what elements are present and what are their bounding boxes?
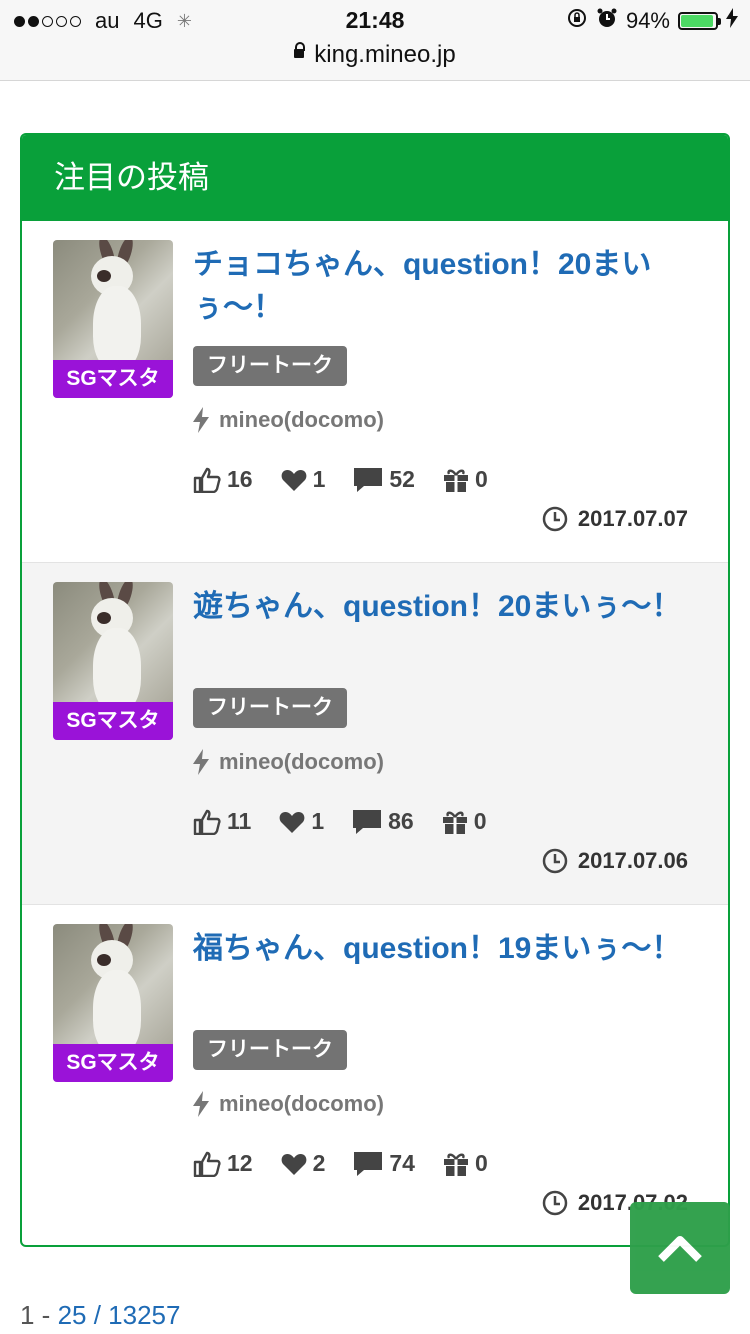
post-stats: 11 1 86 0 [193, 808, 515, 835]
avatar[interactable]: SGマスタ [53, 924, 173, 1082]
gift-count: 0 [473, 808, 487, 834]
clock-icon [542, 506, 568, 532]
clock-icon [542, 848, 568, 874]
rank-badge: SGマスタ [53, 1044, 173, 1082]
comment-count: 86 [388, 808, 414, 834]
rank-badge: SGマスタ [53, 702, 173, 740]
pager-separator: / [86, 1300, 109, 1330]
heart-icon [281, 469, 306, 491]
heart-count: 2 [312, 1150, 326, 1176]
like-count: 12 [227, 1150, 253, 1176]
like-stat[interactable]: 11 [193, 808, 251, 835]
scroll-to-top-button[interactable] [630, 1202, 730, 1294]
lightning-icon [193, 749, 209, 775]
status-right: 94% [566, 7, 738, 35]
post-item[interactable]: SGマスタ 遊ちゃん、question！20まいぅ〜！ フリートーク mineo… [22, 563, 728, 905]
thumbs-up-icon [193, 467, 221, 493]
orientation-lock-icon [566, 7, 588, 35]
comment-icon [354, 467, 383, 492]
thumbs-up-icon [193, 809, 221, 835]
heart-icon [279, 811, 305, 833]
category-tag[interactable]: フリートーク [193, 1030, 347, 1070]
carrier-label: mineo(docomo) [219, 749, 384, 774]
gift-stat[interactable]: 0 [443, 466, 488, 493]
rank-badge: SGマスタ [53, 360, 173, 398]
post-item[interactable]: SGマスタ 福ちゃん、question！19まいぅ〜！ フリートーク mineo… [22, 905, 728, 1245]
like-stat[interactable]: 12 [193, 1150, 253, 1177]
gift-icon [443, 1153, 468, 1176]
battery-percent: 94% [625, 8, 670, 33]
carrier-info: mineo(docomo) [193, 407, 384, 433]
comment-icon [353, 809, 382, 834]
gift-icon [442, 811, 467, 834]
carrier-info: mineo(docomo) [193, 1091, 384, 1117]
lightning-icon [193, 1091, 209, 1117]
category-tag[interactable]: フリートーク [193, 346, 347, 386]
gift-stat[interactable]: 0 [442, 808, 487, 835]
post-title-link[interactable]: チョコちゃん、question！20まいぅ〜！ [193, 243, 698, 329]
carrier-info: mineo(docomo) [193, 749, 384, 775]
comment-stat[interactable]: 74 [353, 1150, 415, 1177]
post-date: 2017.07.06 [542, 848, 688, 874]
date-text: 2017.07.06 [577, 848, 688, 873]
heart-count: 1 [311, 808, 325, 834]
comment-count: 74 [389, 1150, 415, 1176]
avatar[interactable]: SGマスタ [53, 240, 173, 398]
gift-count: 0 [474, 466, 488, 492]
avatar[interactable]: SGマスタ [53, 582, 173, 740]
like-count: 16 [227, 466, 253, 492]
thumbs-up-icon [193, 1151, 221, 1177]
gift-icon [443, 469, 468, 492]
carrier-label: mineo(docomo) [219, 407, 384, 432]
panel-heading: 注目の投稿 [22, 135, 728, 221]
comment-icon [354, 1151, 383, 1176]
alarm-icon [596, 7, 618, 35]
post-date: 2017.07.07 [542, 506, 688, 532]
pager-total-link[interactable]: 13257 [108, 1300, 180, 1330]
url-text: king.mineo.jp [314, 41, 456, 68]
post-item[interactable]: SGマスタ チョコちゃん、question！20まいぅ〜！ フリートーク min… [22, 221, 728, 563]
date-text: 2017.07.07 [577, 506, 688, 531]
pagination-summary: 1 - 25 / 13257 [20, 1300, 180, 1331]
post-title-link[interactable]: 福ちゃん、question！19まいぅ〜！ [193, 927, 698, 970]
post-title-link[interactable]: 遊ちゃん、question！20まいぅ〜！ [193, 585, 698, 628]
like-count: 11 [227, 808, 252, 834]
post-stats: 12 2 74 0 [193, 1150, 516, 1177]
carrier-label: mineo(docomo) [219, 1091, 384, 1116]
status-bar: au 4G ✳ 21:48 94% [0, 0, 750, 40]
charging-icon [726, 8, 738, 34]
comment-stat[interactable]: 52 [353, 466, 415, 493]
address-bar[interactable]: king.mineo.jp [0, 40, 750, 81]
clock-icon [542, 1190, 568, 1216]
battery-icon [678, 12, 721, 30]
chevron-up-icon [658, 1236, 702, 1262]
post-stats: 16 1 52 0 [193, 466, 516, 493]
heart-icon [281, 1153, 306, 1175]
comment-stat[interactable]: 86 [352, 808, 414, 835]
like-stat[interactable]: 16 [193, 466, 253, 493]
pager-range-link[interactable]: 25 [58, 1300, 87, 1330]
lock-icon [294, 42, 306, 59]
heart-stat[interactable]: 1 [281, 466, 326, 493]
heart-stat[interactable]: 1 [279, 808, 324, 835]
gift-count: 0 [474, 1150, 488, 1176]
lightning-icon [193, 407, 209, 433]
category-tag[interactable]: フリートーク [193, 688, 347, 728]
heart-count: 1 [312, 466, 326, 492]
gift-stat[interactable]: 0 [443, 1150, 488, 1177]
featured-posts-panel: 注目の投稿 SGマスタ チョコちゃん、question！20まいぅ〜！ フリート… [20, 133, 730, 1247]
heart-stat[interactable]: 2 [281, 1150, 326, 1177]
pager-prefix: 1 - [20, 1300, 58, 1330]
comment-count: 52 [389, 466, 415, 492]
